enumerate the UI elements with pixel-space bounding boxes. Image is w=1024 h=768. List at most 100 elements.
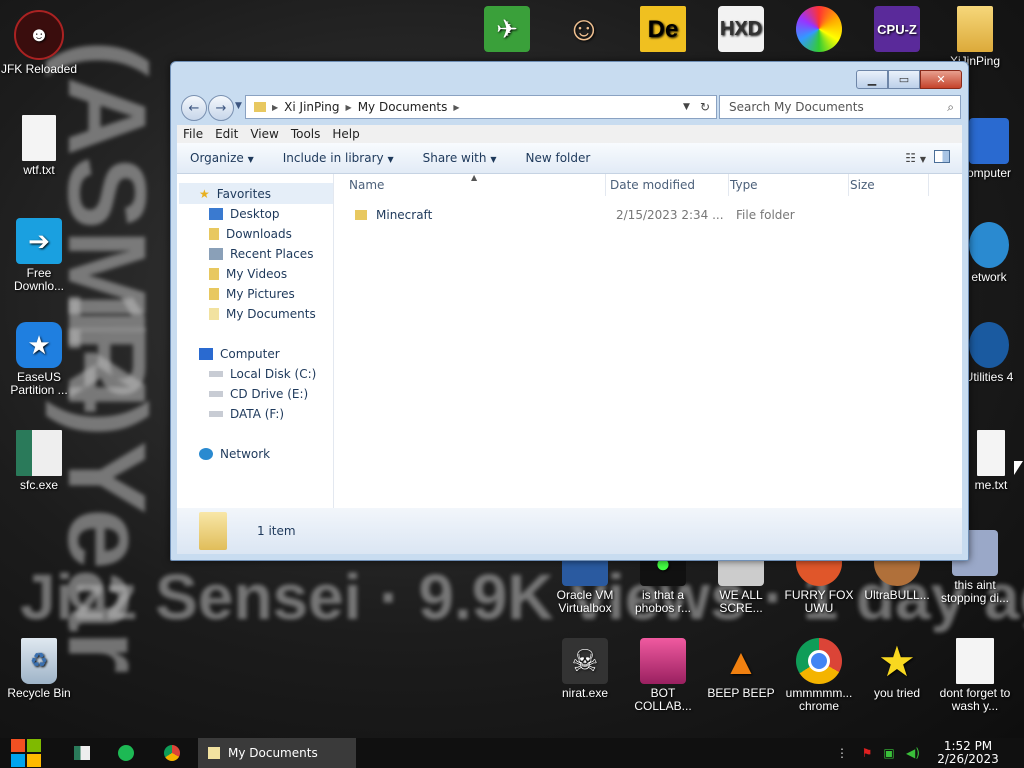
menu-file[interactable]: File xyxy=(183,127,203,141)
close-button[interactable]: ✕ xyxy=(920,70,962,89)
chevron-down-icon: ▼ xyxy=(247,155,254,164)
desktop-icon-recycle-bin[interactable]: ♻ Recycle Bin xyxy=(0,638,78,700)
tray-overflow-button[interactable]: ⋮ xyxy=(836,738,848,768)
desktop-icon xyxy=(209,208,223,220)
desktop-icon-nirat[interactable]: ☠ nirat.exe xyxy=(546,638,624,700)
nav-network[interactable]: Network xyxy=(199,447,270,461)
nav-recent-places[interactable]: Recent Places xyxy=(209,247,313,261)
desktop-icon-de[interactable]: De xyxy=(624,6,702,55)
breadcrumb-xi-jinping[interactable]: Xi JinPing xyxy=(284,100,339,114)
folder-icon xyxy=(254,102,266,112)
bot-monitor-icon xyxy=(640,638,686,684)
include-label: Include in library xyxy=(282,151,384,165)
maximize-button[interactable]: ▭ xyxy=(888,70,920,89)
desktop-icon-label: ummmmm... chrome xyxy=(785,686,853,713)
refresh-icon[interactable]: ↻ xyxy=(700,100,710,114)
desktop-icon-sfc-exe[interactable]: sfc.exe xyxy=(0,430,78,492)
command-bar: Organize ▼ Include in library ▼ Share wi… xyxy=(177,143,962,174)
documents-folder-icon xyxy=(209,308,219,320)
menu-edit[interactable]: Edit xyxy=(215,127,238,141)
start-button[interactable] xyxy=(4,738,48,768)
nav-data-label: DATA (F:) xyxy=(230,407,285,421)
desktop-icon-you-tried[interactable]: ★ you tried xyxy=(858,638,936,700)
nav-data-f[interactable]: DATA (F:) xyxy=(209,407,284,421)
desktop-icon-free-download[interactable]: ➔ Free Downlo... xyxy=(0,218,78,293)
desktop-icon-xijinping[interactable]: XiJinPing xyxy=(936,6,1014,68)
nav-videos-label: My Videos xyxy=(226,267,288,281)
include-in-library-button[interactable]: Include in library ▼ xyxy=(283,151,394,165)
flag-icon: ⚑ xyxy=(861,746,873,760)
column-date-modified[interactable]: Date modified xyxy=(610,174,729,196)
breadcrumb-my-documents[interactable]: My Documents xyxy=(358,100,448,114)
desktop-icon-dont-forget[interactable]: dont forget to wash y... xyxy=(936,638,1014,713)
forward-button[interactable]: → xyxy=(208,95,234,121)
column-type-label: Type xyxy=(730,178,758,192)
tray-volume[interactable]: ◀) xyxy=(904,738,922,768)
taskbar-my-documents[interactable]: My Documents xyxy=(198,738,356,768)
tray-clock[interactable]: 1:52 PM 2/26/2023 xyxy=(930,738,1006,768)
search-box[interactable]: Search My Documents ⌕ xyxy=(719,95,961,119)
desktop-icon-wtf-txt[interactable]: wtf.txt xyxy=(0,115,78,177)
taskbar-chrome[interactable] xyxy=(156,738,188,768)
address-dropdown-icon[interactable]: ▼ xyxy=(683,102,690,112)
desktop-icon-jfk-reloaded[interactable]: ☻ JFK Reloaded xyxy=(0,10,78,76)
pictures-folder-icon xyxy=(209,288,219,300)
search-input[interactable]: Search My Documents xyxy=(729,100,864,114)
desktop-icon-doctor[interactable]: ☺ xyxy=(545,6,623,55)
desktop-icon-cpuz[interactable]: CPU-Z xyxy=(858,6,936,55)
column-name[interactable]: Name xyxy=(349,174,606,196)
menu-view[interactable]: View xyxy=(250,127,278,141)
table-row[interactable]: Minecraft 2/15/2023 2:34 ... File folder xyxy=(355,205,942,225)
menu-tools[interactable]: Tools xyxy=(291,127,321,141)
file-name: Minecraft xyxy=(376,208,433,222)
desktop-icon-hxd[interactable]: HXD xyxy=(702,6,780,55)
taskbar-spotify[interactable] xyxy=(110,738,142,768)
desktop-icon-chrome[interactable]: ummmmm... chrome xyxy=(780,638,858,713)
desktop-icon-bot-collab[interactable]: BOT COLLAB... xyxy=(624,638,702,713)
breadcrumb-separator-icon: ▶ xyxy=(453,102,460,112)
nav-downloads[interactable]: Downloads xyxy=(209,227,292,241)
hxd-icon: HXD xyxy=(718,6,764,52)
desktop-icon-plane[interactable]: ✈ xyxy=(468,6,546,55)
column-type[interactable]: Type xyxy=(730,174,849,196)
nav-my-documents[interactable]: My Documents xyxy=(209,307,316,321)
minimize-button[interactable]: ▁ xyxy=(856,70,888,89)
nav-my-pictures[interactable]: My Pictures xyxy=(209,287,295,301)
back-button[interactable]: ← xyxy=(181,95,207,121)
skull-icon: ☠ xyxy=(562,638,608,684)
desktop-icon-color-wheel[interactable] xyxy=(780,6,858,55)
desktop-icon-beep-beep[interactable]: ▲ BEEP BEEP xyxy=(702,638,780,700)
nav-computer[interactable]: Computer xyxy=(199,347,280,361)
back-arrow-icon: ← xyxy=(188,100,200,116)
desktop-icon-easeus[interactable]: ★ EaseUS Partition ... xyxy=(0,322,78,397)
nav-favorites[interactable]: ★ Favorites xyxy=(199,187,271,201)
content-area: ★ Favorites Desktop Downloads Recent Plac… xyxy=(177,173,962,520)
view-options-button[interactable]: ☷ ▼ xyxy=(905,151,926,165)
mouse-cursor-icon xyxy=(1014,461,1023,475)
taskbar-sfc[interactable] xyxy=(66,738,98,768)
share-with-button[interactable]: Share with ▼ xyxy=(423,151,497,165)
nav-local-disk-c[interactable]: Local Disk (C:) xyxy=(209,367,316,381)
desktop-icon-label: Recycle Bin xyxy=(7,686,71,700)
title-bar[interactable]: ▁ ▭ ✕ xyxy=(171,62,968,90)
address-bar[interactable]: ▶ Xi JinPing ▶ My Documents ▶ ▼ ↻ xyxy=(245,95,717,119)
file-date: 2/15/2023 2:34 ... xyxy=(616,208,724,222)
tray-network[interactable]: ▣ xyxy=(880,738,898,768)
recent-pages-dropdown-icon[interactable]: ▼ xyxy=(235,101,242,111)
nav-computer-label: Computer xyxy=(220,347,280,361)
organize-button[interactable]: Organize ▼ xyxy=(190,151,254,165)
preview-pane-button[interactable] xyxy=(934,150,950,166)
column-date-label: Date modified xyxy=(610,178,696,192)
chevron-down-icon: ▼ xyxy=(919,155,926,164)
column-size[interactable]: Size xyxy=(850,174,929,196)
nav-my-videos[interactable]: My Videos xyxy=(209,267,287,281)
breadcrumb-separator-icon: ▶ xyxy=(345,102,352,112)
drive-icon xyxy=(209,371,223,377)
new-folder-button[interactable]: New folder xyxy=(525,151,590,165)
menu-help[interactable]: Help xyxy=(332,127,359,141)
nav-desktop[interactable]: Desktop xyxy=(209,207,280,221)
tray-flag[interactable]: ⚑ xyxy=(858,738,876,768)
easeus-icon: ★ xyxy=(16,322,62,368)
nav-network-label: Network xyxy=(220,447,271,461)
nav-cd-drive-e[interactable]: CD Drive (E:) xyxy=(209,387,308,401)
